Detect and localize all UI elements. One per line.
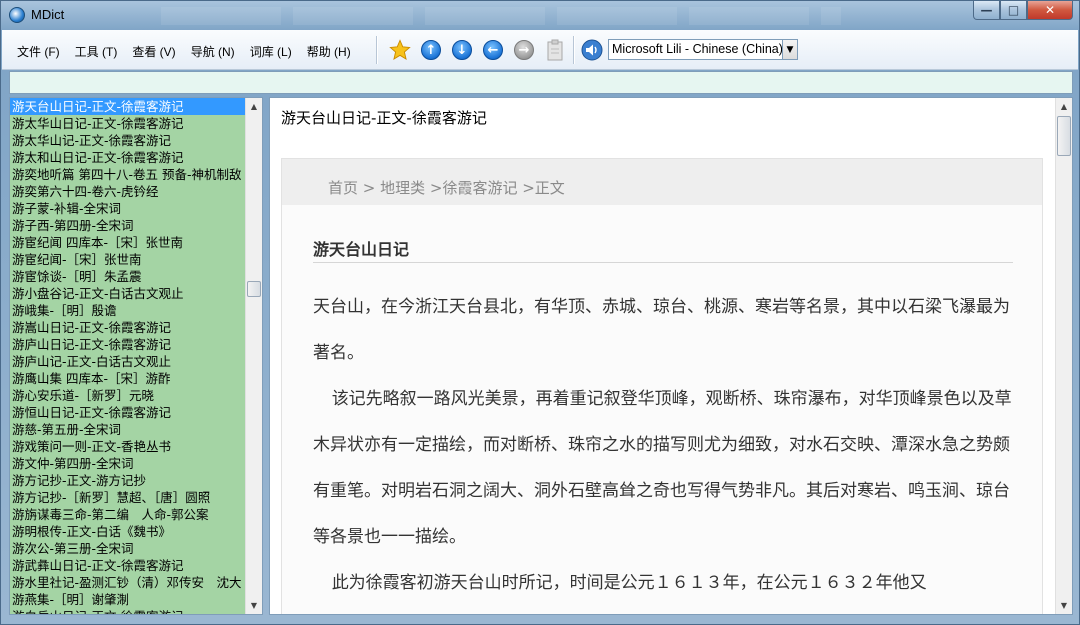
chevron-down-icon[interactable]: ▼ <box>782 40 797 59</box>
speak-button[interactable] <box>580 38 604 62</box>
star-icon <box>389 39 411 60</box>
clipboard-icon <box>547 39 563 61</box>
maximize-button[interactable]: □ <box>1000 1 1027 20</box>
scroll-thumb[interactable] <box>247 281 261 297</box>
word-list-item[interactable]: 游奕第六十四-卷六-虎钤经 <box>10 183 246 200</box>
menu-help[interactable]: 帮助 (H) <box>300 43 359 60</box>
article-paragraph: 天台山，在今浙江天台县北，有华顶、赤城、琼台、桃源、寒岩等名景，其中以石梁飞瀑最… <box>313 297 1010 363</box>
word-list-item[interactable]: 游庐山日记-正文-徐霞客游记 <box>10 336 246 353</box>
arrow-left-icon: ← <box>483 40 503 60</box>
menu-bar: 文件 (F) 工具 (T) 查看 (V) 导航 (N) 词库 (L) 帮助 (H… <box>10 43 359 60</box>
search-bar <box>9 71 1073 94</box>
close-icon: ✕ <box>1044 3 1056 17</box>
word-list-item[interactable]: 游子蒙-补辑-全宋词 <box>10 200 246 217</box>
word-list-scrollbar[interactable]: ▲ ▼ <box>245 98 262 614</box>
word-list-panel: 游天台山日记-正文-徐霞客游记 游太华山日记-正文-徐霞客游记 游太华山记-正文-徐… <box>9 97 263 615</box>
definition-scrollbar[interactable]: ▲ ▼ <box>1055 98 1072 614</box>
menu-file[interactable]: 文件 (F) <box>10 43 68 60</box>
toolbar-buttons: ↑ ↓ ← → <box>388 38 567 62</box>
word-list-item[interactable]: 游水里社记-盈测汇钞（清）邓传安 沈大 <box>10 574 246 591</box>
scroll-thumb[interactable] <box>1057 116 1071 156</box>
title-bar: MDict — □ ✕ <box>1 1 1079 29</box>
title-divider <box>313 262 1013 263</box>
taskbar-ghost-background <box>161 7 841 25</box>
word-list-item[interactable]: 游戏策问一则-正文-香艳丛书 <box>10 438 246 455</box>
scroll-up-icon[interactable]: ▲ <box>246 98 262 115</box>
word-list-item[interactable]: 游文仲-第四册-全宋词 <box>10 455 246 472</box>
word-list-item[interactable]: 游太和山日记-正文-徐霞客游记 <box>10 149 246 166</box>
forward-button[interactable]: → <box>512 38 536 62</box>
back-button[interactable]: ← <box>481 38 505 62</box>
word-list-item[interactable]: 游太华山记-正文-徐霞客游记 <box>10 132 246 149</box>
window-controls: — □ ✕ <box>973 1 1073 21</box>
word-list-item[interactable]: 游心安乐道-［新罗］元晓 <box>10 387 246 404</box>
scroll-down-icon[interactable]: ▼ <box>1056 597 1072 614</box>
menu-library[interactable]: 词库 (L) <box>243 43 300 60</box>
breadcrumb-text[interactable]: 首页 > 地理类 >徐霞客游记 >正文 <box>328 177 565 198</box>
menu-tools[interactable]: 工具 (T) <box>68 43 126 60</box>
window-title: MDict <box>31 7 65 22</box>
word-list-item[interactable]: 游太华山日记-正文-徐霞客游记 <box>10 115 246 132</box>
word-list-item[interactable]: 游恒山日记-正文-徐霞客游记 <box>10 404 246 421</box>
article-paragraph: 该记先略叙一路风光美景，再着重记叙登华顶峰，观断桥、珠帘瀑布，对华顶峰景色以及草… <box>313 389 1012 547</box>
minimize-icon: — <box>980 3 993 17</box>
word-list-item[interactable]: 游子西-第四册-全宋词 <box>10 217 246 234</box>
definition-pane: 游天台山日记-正文-徐霞客游记 首页 > 地理类 >徐霞客游记 >正文 游天台山… <box>269 97 1073 615</box>
favorite-button[interactable] <box>388 38 412 62</box>
entry-headword: 游天台山日记-正文-徐霞客游记 <box>281 109 487 127</box>
word-list-item[interactable]: 游慈-第五册-全宋词 <box>10 421 246 438</box>
word-list-item[interactable]: 游方记抄-正文-游方记抄 <box>10 472 246 489</box>
word-list-item[interactable]: 游明根传-正文-白话《魏书》 <box>10 523 246 540</box>
voice-select-value: Microsoft Lili - Chinese (China) <box>612 42 782 56</box>
article-paragraph: 此为徐霞客初游天台山时所记，时间是公元１６１３年，在公元１６３２年他又 <box>331 573 927 593</box>
word-list-item[interactable]: 游宦纪闻-［宋］张世南 <box>10 251 246 268</box>
arrow-up-icon: ↑ <box>421 40 441 60</box>
word-list-item[interactable]: 游奕地听篇 第四十八-卷五 预备-神机制敌 <box>10 166 246 183</box>
word-list-item[interactable]: 游次公-第三册-全宋词 <box>10 540 246 557</box>
previous-entry-button[interactable]: ↑ <box>419 38 443 62</box>
next-entry-button[interactable]: ↓ <box>450 38 474 62</box>
copy-button[interactable] <box>543 38 567 62</box>
word-list-item[interactable]: 游燕集-［明］谢肇淛 <box>10 591 246 608</box>
close-button[interactable]: ✕ <box>1027 1 1073 20</box>
word-list-item[interactable]: 游方记抄-［新罗］慧超、［唐］圆照 <box>10 489 246 506</box>
breadcrumb: 首页 > 地理类 >徐霞客游记 >正文 <box>282 159 1042 205</box>
word-list: 游天台山日记-正文-徐霞客游记 游太华山日记-正文-徐霞客游记 游太华山记-正文-徐… <box>10 98 246 614</box>
word-list-item[interactable]: 游白岳山日记-正文-徐霞客游记 <box>10 608 246 614</box>
article-body: 天台山，在今浙江天台县北，有华顶、赤城、琼台、桃源、寒岩等名景，其中以石梁飞瀑最… <box>313 284 1013 606</box>
word-list-item[interactable]: 游嵩山日记-正文-徐霞客游记 <box>10 319 246 336</box>
word-list-item[interactable]: 游峨集-［明］殷谵 <box>10 302 246 319</box>
word-list-item[interactable]: 游鹰山集 四库本-［宋］游酢 <box>10 370 246 387</box>
word-list-item[interactable]: 游天台山日记-正文-徐霞客游记 <box>10 98 246 115</box>
arrow-right-icon: → <box>514 40 534 60</box>
toolbar-separator <box>573 36 575 64</box>
maximize-icon: □ <box>1007 3 1020 17</box>
word-list-item[interactable]: 游庐山记-正文-白话古文观止 <box>10 353 246 370</box>
article-page: 首页 > 地理类 >徐霞客游记 >正文 游天台山日记 天台山，在今浙江天台县北，… <box>281 158 1043 614</box>
app-icon <box>9 7 25 23</box>
mdict-window: MDict — □ ✕ 文件 (F) 工具 (T) 查看 (V) 导航 (N) … <box>0 0 1080 625</box>
arrow-down-icon: ↓ <box>452 40 472 60</box>
minimize-button[interactable]: — <box>973 1 1000 20</box>
menu-toolbar: 文件 (F) 工具 (T) 查看 (V) 导航 (N) 词库 (L) 帮助 (H… <box>2 30 1078 70</box>
word-list-item[interactable]: 游小盘谷记-正文-白话古文观止 <box>10 285 246 302</box>
search-input[interactable] <box>10 72 1072 93</box>
word-list-item[interactable]: 游武彝山日记-正文-徐霞客游记 <box>10 557 246 574</box>
article-title: 游天台山日记 <box>313 240 410 259</box>
word-list-item[interactable]: 游宦馀谈-［明］朱孟震 <box>10 268 246 285</box>
menu-view[interactable]: 查看 (V) <box>125 43 183 60</box>
speaker-icon <box>581 39 603 61</box>
voice-select[interactable]: Microsoft Lili - Chinese (China) ▼ <box>608 39 798 60</box>
menu-navigate[interactable]: 导航 (N) <box>184 43 243 60</box>
scroll-up-icon[interactable]: ▲ <box>1056 98 1072 115</box>
toolbar-separator <box>376 36 378 64</box>
word-list-item[interactable]: 游旃谋毒三命-第二编 人命-郭公案 <box>10 506 246 523</box>
word-list-item[interactable]: 游宦纪闻 四库本-［宋］张世南 <box>10 234 246 251</box>
scroll-down-icon[interactable]: ▼ <box>246 597 262 614</box>
